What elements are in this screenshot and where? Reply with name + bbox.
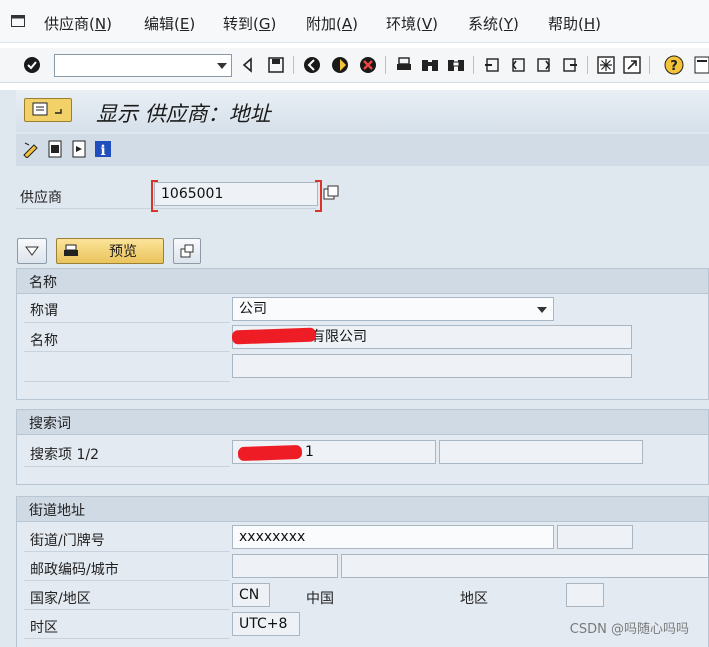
- layout-menu-icon[interactable]: [692, 55, 709, 75]
- first-page-icon[interactable]: [482, 55, 502, 75]
- street-label: 街道/门牌号: [30, 533, 105, 549]
- help-icon[interactable]: ?: [664, 55, 684, 75]
- menu-goto[interactable]: 转到(G): [223, 13, 276, 34]
- previous-page-icon[interactable]: [508, 55, 528, 75]
- display-change-icon: [32, 102, 62, 116]
- find-next-icon[interactable]: [446, 55, 466, 75]
- versions-icon: [180, 244, 194, 258]
- group-street-title: 街道地址: [29, 503, 85, 519]
- region-field[interactable]: [566, 583, 604, 607]
- command-field[interactable]: [54, 54, 232, 77]
- page-title: 显示 供应商：地址: [96, 102, 271, 126]
- cancel-icon[interactable]: [358, 55, 378, 75]
- search-term-label: 搜索项 1/2: [30, 447, 99, 463]
- chevron-down-icon[interactable]: [217, 63, 227, 69]
- vendor-label: 供应商: [20, 190, 62, 206]
- redaction-mark: [231, 327, 317, 345]
- group-search-title: 搜索词: [29, 416, 71, 432]
- search-term2-field[interactable]: [439, 440, 643, 464]
- exit-icon[interactable]: [330, 55, 350, 75]
- last-page-icon[interactable]: [560, 55, 580, 75]
- timezone-label: 时区: [30, 620, 58, 636]
- name2-field[interactable]: [232, 354, 632, 378]
- menu-bar: 供应商(N) 编辑(E) 转到(G) 附加(A) 环境(V) 系统(Y) 帮助(…: [0, 0, 709, 43]
- street-field[interactable]: xxxxxxxx: [232, 525, 554, 549]
- group-name-title: 名称: [29, 275, 57, 291]
- salutation-label: 称谓: [30, 303, 58, 319]
- name-label: 名称: [30, 333, 58, 349]
- postal-city-label: 邮政编码/城市: [30, 562, 119, 578]
- copy-icon[interactable]: [323, 185, 339, 201]
- menu-edit[interactable]: 编辑(E): [144, 13, 195, 34]
- watermark: CSDN @吗随心吗吗: [569, 622, 689, 637]
- back-arrow-icon[interactable]: [238, 55, 258, 75]
- next-page-icon[interactable]: [534, 55, 554, 75]
- international-version-button[interactable]: [173, 238, 201, 264]
- application-toolbar: i: [16, 134, 709, 166]
- house-number-field[interactable]: [557, 525, 633, 549]
- previous-vendor-icon[interactable]: [46, 140, 64, 158]
- menu-environment[interactable]: 环境(V): [386, 13, 438, 34]
- postal-code-field[interactable]: [232, 554, 338, 578]
- info-icon[interactable]: i: [94, 140, 112, 158]
- svg-text:i: i: [100, 143, 105, 158]
- city-field[interactable]: [341, 554, 709, 578]
- new-session-icon[interactable]: [596, 55, 616, 75]
- collapse-button[interactable]: [17, 238, 47, 264]
- menu-help[interactable]: 帮助(H): [548, 13, 601, 34]
- menu-extras[interactable]: 附加(A): [306, 13, 358, 34]
- printer-icon: [64, 244, 78, 256]
- timezone-field[interactable]: UTC+8: [232, 612, 300, 636]
- next-vendor-icon[interactable]: [70, 140, 88, 158]
- menu-vendor[interactable]: 供应商(N): [44, 13, 112, 34]
- vendor-field[interactable]: 1065001: [154, 182, 318, 206]
- svg-text:?: ?: [670, 59, 678, 74]
- print-icon[interactable]: [394, 55, 414, 75]
- save-icon[interactable]: [266, 55, 286, 75]
- chevron-down-icon[interactable]: [537, 307, 547, 313]
- title-bar: 显示 供应商：地址: [16, 90, 709, 132]
- redaction-mark: [237, 444, 303, 462]
- country-name: 中国: [306, 591, 334, 607]
- collapse-icon: [25, 246, 39, 256]
- preview-button[interactable]: 预览: [56, 238, 164, 264]
- system-toolbar: ?: [0, 48, 709, 83]
- find-icon[interactable]: [420, 55, 440, 75]
- menu-system[interactable]: 系统(Y): [468, 13, 519, 34]
- shortcut-icon[interactable]: [622, 55, 642, 75]
- confirm-check-icon[interactable]: [22, 55, 42, 75]
- back-icon[interactable]: [302, 55, 322, 75]
- country-field[interactable]: CN: [232, 583, 270, 607]
- region-label: 地区: [460, 591, 488, 607]
- salutation-select[interactable]: 公司: [232, 297, 554, 321]
- window-menu-icon[interactable]: [11, 15, 25, 27]
- display-change-button[interactable]: [24, 98, 72, 122]
- country-label: 国家/地区: [30, 591, 91, 607]
- edit-pencil-icon[interactable]: [22, 140, 40, 158]
